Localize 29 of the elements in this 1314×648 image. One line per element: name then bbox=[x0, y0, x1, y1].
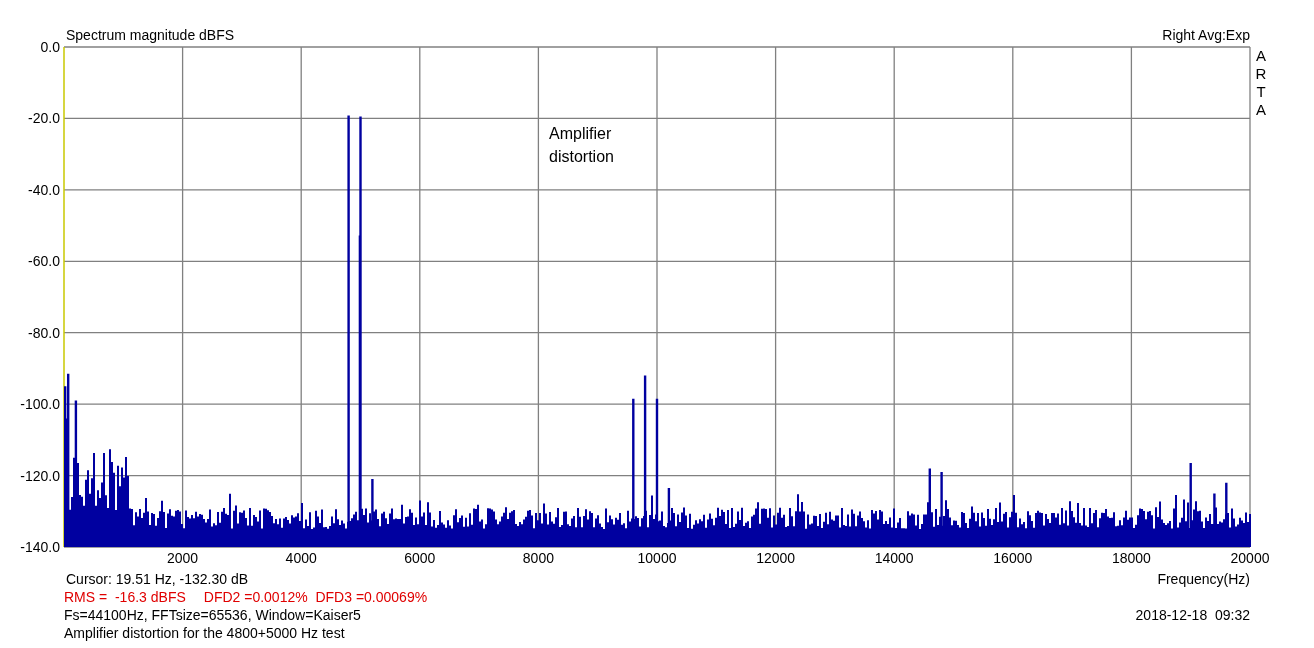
y-tick-label: 0.0 bbox=[40, 39, 60, 55]
y-tick-label: -40.0 bbox=[28, 181, 60, 198]
channel-info: Right Avg:Exp bbox=[1162, 27, 1250, 43]
x-tick-label: 16000 bbox=[993, 550, 1033, 566]
vertical-label: ARTA bbox=[1255, 47, 1267, 118]
x-tick-label: 12000 bbox=[756, 550, 796, 566]
settings-info: Fs=44100Hz, FFTsize=65536, Window=Kaiser5 bbox=[64, 606, 361, 624]
timestamp: 2018-12-18 09:32 bbox=[1135, 606, 1250, 624]
x-tick-label: 10000 bbox=[637, 550, 677, 566]
x-tick-label: 2000 bbox=[167, 550, 199, 566]
x-tick-label: 14000 bbox=[874, 550, 914, 566]
measurement-readout: RMS = -16.3 dBFS bbox=[64, 588, 186, 606]
y-tick-label: -20.0 bbox=[28, 110, 60, 127]
annotation: Amplifier distortion bbox=[549, 124, 615, 167]
measurement-readout: DFD2 =0.0012% DFD3 =0.00069% bbox=[203, 588, 428, 606]
y-tick-label: -120.0 bbox=[20, 467, 60, 484]
x-tick-label: 4000 bbox=[285, 550, 317, 566]
y-tick-label: -140.0 bbox=[20, 539, 60, 555]
y-tick-label: -60.0 bbox=[28, 253, 60, 270]
chart-title: Spectrum magnitude dBFS bbox=[66, 27, 235, 43]
y-tick-label: -100.0 bbox=[20, 396, 60, 413]
x-tick-label: 8000 bbox=[522, 550, 554, 566]
description: Amplifier distortion for the 4800+5000 Hz test bbox=[64, 625, 345, 641]
cursor-readout: Cursor: 19.51 Hz, -132.30 dB bbox=[66, 570, 249, 588]
x-tick-label: 6000 bbox=[404, 550, 436, 566]
y-tick-label: -80.0 bbox=[28, 324, 60, 341]
x-tick-label: 20000 bbox=[1230, 550, 1270, 566]
x-tick-label: 18000 bbox=[1111, 550, 1151, 566]
x-axis-label: Frequency(Hz) bbox=[1157, 570, 1250, 588]
